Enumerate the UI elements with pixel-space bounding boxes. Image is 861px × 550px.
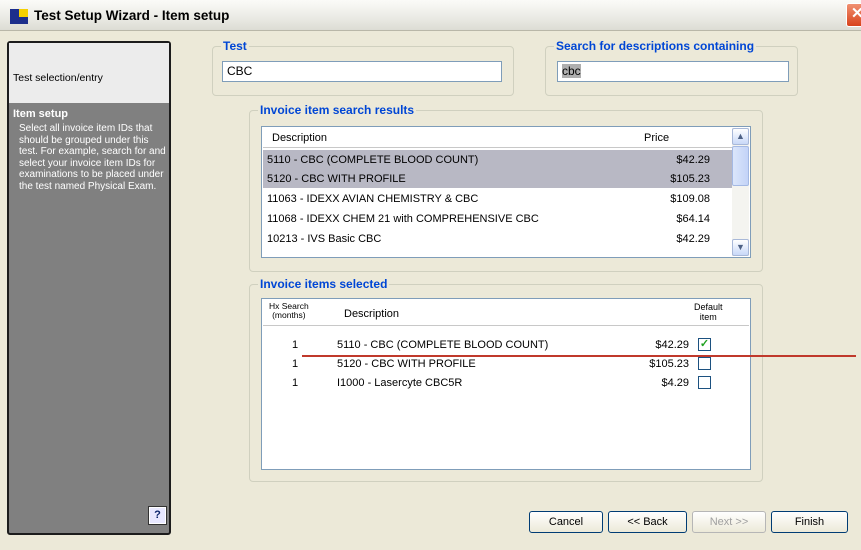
default-line1: Default [694,302,723,312]
selected-row-hx[interactable]: 1 [292,339,298,351]
selected-row-description: 5120 - CBC WITH PROFILE [337,358,476,370]
search-group-label: Search for descriptions containing [554,39,757,53]
wizard-sidebar: Test selection/entry Item setup Select a… [7,41,171,535]
results-row[interactable]: 10213 - IVS Basic CBC $42.29 [263,229,732,248]
results-row-description: 10213 - IVS Basic CBC [267,233,382,245]
selected-row-price: $4.29 [661,377,689,389]
results-row[interactable]: 11068 - IDEXX CHEM 21 with COMPREHENSIVE… [263,209,732,228]
search-input-value: cbc [562,64,581,78]
results-scroll-thumb[interactable] [732,146,749,186]
results-row[interactable]: 5120 - CBC WITH PROFILE $105.23 [263,169,732,188]
annotation-line [302,355,856,357]
results-row-price: $42.29 [676,154,710,166]
selected-col-description[interactable]: Description [344,308,399,320]
help-button[interactable]: ? [148,506,167,525]
finish-button[interactable]: Finish [771,511,848,533]
results-group-label: Invoice item search results [258,103,417,117]
default-item-checkbox[interactable] [698,376,711,389]
sidebar-step-test-selection: Test selection/entry [13,72,103,84]
selected-group-label: Invoice items selected [258,277,390,291]
sidebar-step-description: Select all invoice item IDs that should … [19,123,166,192]
wizard-window: Test Setup Wizard - Item setup ✕ Test se… [0,0,861,550]
results-row-description: 11068 - IDEXX CHEM 21 with COMPREHENSIVE… [267,213,539,225]
selected-row-hx[interactable]: 1 [292,377,298,389]
results-col-description[interactable]: Description [272,132,327,144]
selected-header: Hx Search (months) Description Default ite… [263,300,749,326]
results-row-description: 11063 - IDEXX AVIAN CHEMISTRY & CBC [267,193,479,205]
results-col-price[interactable]: Price [644,132,669,144]
results-row[interactable]: 5110 - CBC (COMPLETE BLOOD COUNT) $42.29 [263,150,732,169]
title-bar[interactable]: Test Setup Wizard - Item setup ✕ [0,0,861,31]
selected-group: Invoice items selected Hx Search (months)… [249,277,763,482]
default-item-checkbox[interactable] [698,357,711,370]
results-group: Invoice item search results Description … [249,103,763,272]
selected-row-price: $105.23 [649,358,689,370]
cancel-button[interactable]: Cancel [529,511,603,533]
results-row-description: 5120 - CBC WITH PROFILE [267,173,406,185]
next-button[interactable]: Next >> [692,511,766,533]
results-row[interactable]: 11063 - IDEXX AVIAN CHEMISTRY & CBC $109… [263,189,732,208]
sidebar-completed-steps: Test selection/entry [9,43,169,103]
back-button[interactable]: << Back [608,511,687,533]
selected-row-hx[interactable]: 1 [292,358,298,370]
selected-row[interactable]: 1 5110 - CBC (COMPLETE BLOOD COUNT) $42.… [263,335,750,354]
selected-col-hx-search[interactable]: Hx Search (months) [269,302,309,320]
results-row-price: $109.08 [670,193,710,205]
test-name-input[interactable]: CBC [222,61,502,82]
selected-list[interactable]: Hx Search (months) Description Default ite… [261,298,751,470]
selected-col-default[interactable]: Default item [694,302,723,322]
search-group: Search for descriptions containing cbc [545,39,798,96]
selected-row-price: $42.29 [655,339,689,351]
default-item-checkbox[interactable]: ✓ [698,338,711,351]
scroll-up-icon[interactable]: ▲ [732,128,749,145]
hx-search-line2: (months) [272,310,306,320]
results-scrollbar[interactable]: ▲ ▼ [732,128,749,256]
results-header: Description Price [263,128,749,148]
results-list[interactable]: Description Price 5110 - CBC (COMPLETE B… [261,126,751,258]
selected-row[interactable]: 1 I1000 - Lasercyte CBC5R $4.29 [263,373,750,392]
results-row-price: $64.14 [676,213,710,225]
test-group-label: Test [221,39,249,53]
results-row-price: $105.23 [670,173,710,185]
results-row-price: $42.29 [676,233,710,245]
window-title: Test Setup Wizard - Item setup [34,8,230,23]
close-button[interactable]: ✕ [846,3,861,27]
selected-row-description: I1000 - Lasercyte CBC5R [337,377,463,389]
test-group: Test CBC [212,39,514,96]
selected-row[interactable]: 1 5120 - CBC WITH PROFILE $105.23 [263,354,750,373]
sidebar-current-step-heading: Item setup [13,108,69,120]
results-row-description: 5110 - CBC (COMPLETE BLOOD COUNT) [267,154,479,166]
default-line2: item [699,312,717,322]
search-input[interactable]: cbc [557,61,789,82]
selected-row-description: 5110 - CBC (COMPLETE BLOOD COUNT) [337,339,549,351]
app-icon [10,9,28,24]
scroll-down-icon[interactable]: ▼ [732,239,749,256]
